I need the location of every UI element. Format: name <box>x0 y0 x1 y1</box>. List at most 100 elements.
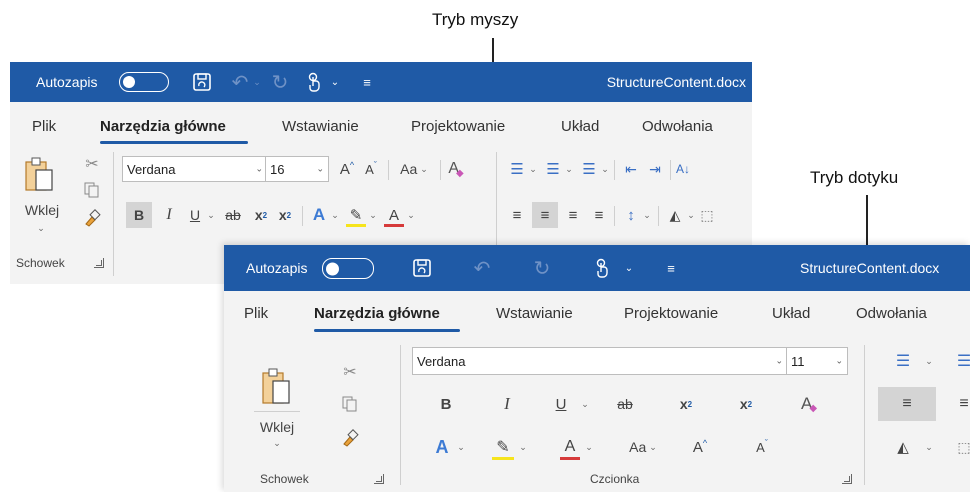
paste-icon[interactable] <box>22 154 56 194</box>
bullets-dropdown-icon-touch[interactable]: ⌄ <box>924 349 934 373</box>
highlight-dropdown-icon[interactable]: ⌄ <box>368 202 378 228</box>
font-size-field[interactable]: 16 ⌄ <box>265 156 329 182</box>
font-name-field-touch[interactable]: Verdana ⌄ <box>412 347 788 375</box>
tab-projektowanie-touch[interactable]: Projektowanie <box>624 305 718 322</box>
touch-mode-icon-touch[interactable] <box>590 245 614 291</box>
text-effects-dropdown-icon[interactable]: ⌄ <box>330 202 340 228</box>
tab-odwolania[interactable]: Odwołania <box>642 118 713 135</box>
superscript-button-touch[interactable]: x2 <box>734 391 758 417</box>
align-right-icon[interactable]: ≡ <box>562 204 584 226</box>
tab-wstawianie-touch[interactable]: Wstawianie <box>496 305 573 322</box>
bullets-icon[interactable]: ☰ <box>506 158 528 180</box>
grow-font-icon-touch[interactable]: A ^ <box>688 433 712 461</box>
paste-label[interactable]: Wklej <box>22 201 62 219</box>
font-color-button[interactable]: A <box>382 202 406 228</box>
multilevel-list-icon[interactable]: ☰ <box>578 158 600 180</box>
highlight-color-button[interactable]: ✎ <box>344 202 368 228</box>
text-effects-button-touch[interactable]: A <box>430 433 454 461</box>
touch-mode-dropdown-icon-touch[interactable]: ⌄ <box>622 245 636 291</box>
sort-icon[interactable]: A↓ <box>676 158 690 180</box>
text-effects-button[interactable]: A <box>308 202 330 228</box>
grow-font-icon[interactable]: A ^ <box>336 156 358 182</box>
font-name-dropdown-icon-touch[interactable]: ⌄ <box>775 356 783 367</box>
font-name-dropdown-icon[interactable]: ⌄ <box>255 164 263 175</box>
undo-icon[interactable]: ↶ <box>228 62 252 102</box>
tab-narzedzia-glowne[interactable]: Narzędzia główne <box>100 118 226 135</box>
highlight-color-button-touch[interactable]: ✎ <box>490 433 516 461</box>
change-case-button[interactable]: Aa ⌄ <box>394 156 434 182</box>
subscript-button-touch[interactable]: x2 <box>674 391 698 417</box>
line-spacing-icon[interactable]: ↕ <box>620 204 642 226</box>
font-color-dropdown-icon[interactable]: ⌄ <box>406 202 416 228</box>
shading-dropdown-icon-touch[interactable]: ⌄ <box>924 435 934 459</box>
undo-dropdown-icon[interactable]: ⌄ <box>252 62 262 102</box>
tab-narzedzia-glowne-touch[interactable]: Narzędzia główne <box>314 305 440 322</box>
italic-button-touch[interactable]: I <box>496 391 518 417</box>
bullets-icon-touch[interactable]: ☰ <box>892 349 914 373</box>
redo-icon[interactable]: ↻ <box>268 62 292 102</box>
cut-icon-touch[interactable]: ✂ <box>340 361 360 383</box>
multilevel-dropdown-icon[interactable]: ⌄ <box>600 158 610 180</box>
numbering-icon[interactable]: ☰ <box>542 158 564 180</box>
align-center-icon[interactable]: ≡ <box>532 202 558 228</box>
underline-dropdown-icon[interactable]: ⌄ <box>206 202 216 228</box>
numbering-icon-touch[interactable]: ☰ <box>958 349 970 373</box>
clear-formatting-icon-touch[interactable]: A ◆ <box>796 391 822 417</box>
undo-icon-touch[interactable]: ↶ <box>470 245 494 291</box>
cut-icon[interactable]: ✂ <box>82 154 102 174</box>
paste-dropdown-icon[interactable]: ⌄ <box>36 223 46 233</box>
tab-plik-touch[interactable]: Plik <box>244 305 268 322</box>
decrease-indent-icon[interactable]: ⇤ <box>620 158 642 180</box>
highlight-dropdown-icon-touch[interactable]: ⌄ <box>518 433 528 461</box>
save-icon[interactable] <box>189 70 215 94</box>
customize-toolbar-icon-touch[interactable]: ≡ <box>662 245 680 291</box>
clipboard-launcher-icon[interactable] <box>94 258 104 268</box>
paste-icon-touch[interactable] <box>258 365 294 407</box>
paste-label-touch[interactable]: Wklej <box>254 417 300 437</box>
format-painter-icon-touch[interactable] <box>340 427 360 449</box>
font-size-dropdown-icon-touch[interactable]: ⌄ <box>835 356 843 367</box>
font-color-dropdown-icon-touch[interactable]: ⌄ <box>584 433 594 461</box>
tab-odwolania-touch[interactable]: Odwołania <box>856 305 927 322</box>
change-case-button-touch[interactable]: Aa ⌄ <box>622 433 664 461</box>
borders-icon-touch[interactable]: ⬚ <box>958 435 970 459</box>
shading-icon-touch[interactable]: ◭ <box>892 435 914 459</box>
customize-toolbar-icon[interactable]: ≡ <box>358 62 376 102</box>
align-left-icon-touch[interactable]: ≡ <box>878 387 936 421</box>
tab-plik[interactable]: Plik <box>32 118 56 135</box>
subscript-button[interactable]: x2 <box>250 202 272 228</box>
tab-projektowanie[interactable]: Projektowanie <box>411 118 505 135</box>
bold-button-touch[interactable]: B <box>434 391 458 417</box>
tab-uklad[interactable]: Układ <box>561 118 599 135</box>
align-center-icon-touch[interactable]: ≡ <box>958 391 970 417</box>
clipboard-launcher-icon-touch[interactable] <box>374 474 384 484</box>
font-size-dropdown-icon[interactable]: ⌄ <box>316 164 324 175</box>
paste-dropdown-icon-touch[interactable]: ⌄ <box>272 437 282 449</box>
underline-button[interactable]: U <box>184 202 206 228</box>
font-color-button-touch[interactable]: A <box>558 433 582 461</box>
underline-button-touch[interactable]: U <box>550 391 572 417</box>
redo-icon-touch[interactable]: ↻ <box>530 245 554 291</box>
strikethrough-button-touch[interactable]: ab <box>612 391 638 417</box>
borders-icon[interactable]: ⬚ <box>700 204 714 226</box>
numbering-dropdown-icon[interactable]: ⌄ <box>564 158 574 180</box>
font-name-field[interactable]: Verdana ⌄ <box>122 156 268 182</box>
touch-mode-dropdown-icon[interactable]: ⌄ <box>328 62 342 102</box>
shading-dropdown-icon[interactable]: ⌄ <box>686 204 696 226</box>
italic-button[interactable]: I <box>158 202 180 228</box>
justify-icon[interactable]: ≡ <box>588 204 610 226</box>
tab-uklad-touch[interactable]: Układ <box>772 305 810 322</box>
autosave-toggle[interactable] <box>119 72 169 92</box>
shading-icon[interactable]: ◭ <box>664 204 686 226</box>
text-effects-dropdown-icon-touch[interactable]: ⌄ <box>456 433 466 461</box>
superscript-button[interactable]: x2 <box>274 202 296 228</box>
align-left-icon[interactable]: ≡ <box>506 204 528 226</box>
bullets-dropdown-icon[interactable]: ⌄ <box>528 158 538 180</box>
font-size-field-touch[interactable]: 11 ⌄ <box>786 347 848 375</box>
save-icon-touch[interactable] <box>408 255 436 281</box>
format-painter-icon[interactable] <box>82 208 102 228</box>
font-launcher-icon-touch[interactable] <box>842 474 852 484</box>
shrink-font-icon-touch[interactable]: Aˇ <box>750 433 774 461</box>
tab-wstawianie[interactable]: Wstawianie <box>282 118 359 135</box>
underline-dropdown-icon-touch[interactable]: ⌄ <box>580 391 590 417</box>
